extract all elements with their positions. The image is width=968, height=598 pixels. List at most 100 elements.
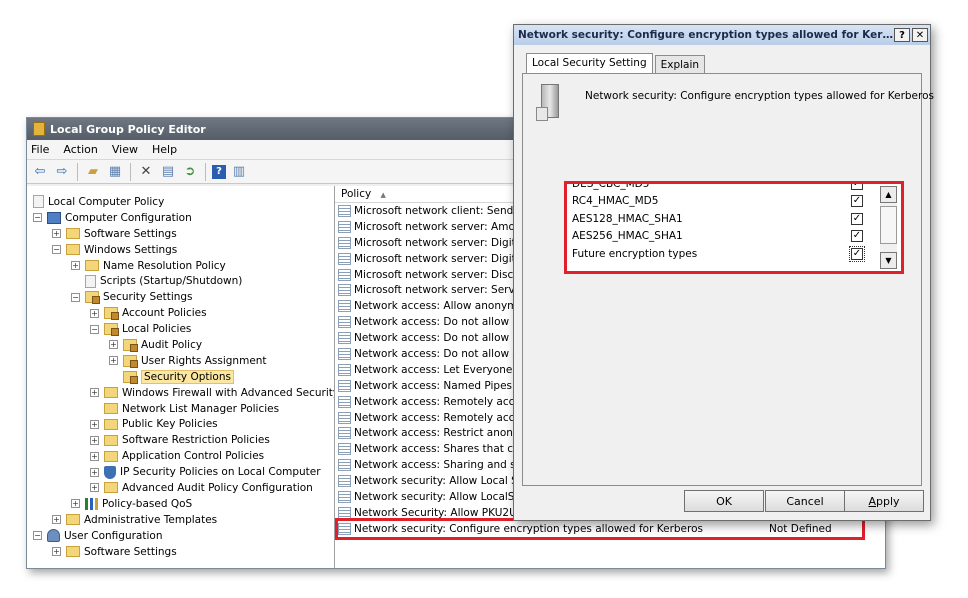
- tree-node[interactable]: Local Computer Policy: [27, 194, 334, 210]
- encryption-type-checkbox[interactable]: ✓: [851, 184, 863, 190]
- menu-view[interactable]: View: [112, 143, 138, 156]
- tree-node[interactable]: − Computer Configuration: [27, 210, 334, 226]
- tree-node[interactable]: − Security Settings: [27, 289, 334, 305]
- dialog-title-bar[interactable]: Network security: Configure encryption t…: [514, 25, 930, 45]
- collapse-icon[interactable]: −: [33, 213, 42, 223]
- up-folder-icon[interactable]: ▰: [84, 163, 102, 181]
- tree-node[interactable]: + User Rights Assignment: [27, 353, 334, 369]
- properties-icon[interactable]: ▤: [159, 163, 177, 181]
- expand-icon[interactable]: +: [90, 388, 99, 398]
- tree-node[interactable]: + Name Resolution Policy: [27, 258, 334, 274]
- encryption-type-row[interactable]: RC4_HMAC_MD5 ✓: [571, 193, 877, 210]
- expand-icon[interactable]: +: [71, 499, 80, 509]
- collapse-icon[interactable]: −: [33, 531, 42, 541]
- list-scrollbar[interactable]: ▲ ▼: [880, 186, 897, 269]
- tree-node[interactable]: + Audit Policy: [27, 337, 334, 353]
- tree-node[interactable]: + Software Settings: [27, 226, 334, 242]
- encryption-type-row[interactable]: DES_CBC_MD5✓: [571, 184, 877, 192]
- export-list-icon[interactable]: ➲: [181, 163, 199, 181]
- expand-icon[interactable]: +: [90, 467, 99, 477]
- encryption-type-row[interactable]: AES256_HMAC_SHA1 ✓: [571, 228, 877, 245]
- apply-button[interactable]: Apply: [844, 490, 924, 512]
- tree-node-label: Windows Settings: [84, 243, 178, 256]
- tree-node[interactable]: Security Options: [27, 369, 334, 385]
- tree-node[interactable]: + Software Settings: [27, 544, 334, 560]
- encryption-type-checkbox[interactable]: ✓: [849, 245, 865, 262]
- tree-node-label: Public Key Policies: [122, 418, 218, 431]
- delete-icon[interactable]: ✕: [137, 163, 155, 181]
- tree-node[interactable]: − Local Policies: [27, 321, 334, 337]
- tree-node-label: Audit Policy: [141, 338, 203, 351]
- tree-node[interactable]: + Policy-based QoS: [27, 496, 334, 512]
- tree-node[interactable]: Network List Manager Policies: [27, 401, 334, 417]
- tree-node-label: Application Control Policies: [122, 450, 265, 463]
- policy-setting-icon: [338, 395, 351, 408]
- console-icon[interactable]: ▥: [230, 163, 248, 181]
- policy-document-icon: [85, 274, 96, 288]
- policy-setting-icon: [338, 300, 351, 313]
- encryption-type-row[interactable]: AES128_HMAC_SHA1 ✓: [571, 210, 877, 227]
- expand-icon[interactable]: +: [90, 419, 99, 429]
- tab-page: Network security: Configure encryption t…: [522, 73, 934, 486]
- collapse-icon[interactable]: −: [71, 292, 80, 302]
- secure-folder-icon: [123, 338, 138, 352]
- policy-setting-icon: [338, 411, 351, 424]
- expand-icon[interactable]: +: [52, 229, 61, 239]
- tree-node[interactable]: + IP Security Policies on Local Computer: [27, 464, 334, 480]
- encryption-type-checkbox[interactable]: ✓: [851, 195, 863, 208]
- cancel-button[interactable]: Cancel: [765, 490, 845, 512]
- help-button[interactable]: ?: [894, 28, 910, 42]
- scroll-down-icon[interactable]: ▼: [880, 252, 897, 269]
- tree-node[interactable]: − Windows Settings: [27, 242, 334, 258]
- tree-node-label: Policy-based QoS: [102, 497, 193, 510]
- encryption-types-list[interactable]: DES_CBC_MD5✓RC4_HMAC_MD5✓AES128_HMAC_SHA…: [564, 181, 904, 274]
- expand-icon[interactable]: +: [71, 261, 80, 270]
- tree-node[interactable]: + Account Policies: [27, 305, 334, 321]
- tree-node-label: Local Computer Policy: [48, 195, 165, 208]
- collapse-icon[interactable]: −: [90, 324, 99, 334]
- policy-setting-icon: [338, 252, 351, 265]
- back-arrow-icon[interactable]: ⇦: [31, 163, 49, 181]
- tab-local-security-setting[interactable]: Local Security Setting: [526, 53, 653, 73]
- tree-node[interactable]: + Application Control Policies: [27, 448, 334, 464]
- expand-icon[interactable]: +: [90, 308, 99, 318]
- policy-tree[interactable]: Local Computer Policy − Computer Configura…: [27, 186, 335, 568]
- sort-ascending-icon: ▲: [380, 191, 386, 199]
- secure-folder-icon: [123, 370, 138, 384]
- expand-icon[interactable]: +: [109, 340, 118, 350]
- help-icon[interactable]: ?: [212, 164, 226, 179]
- tree-node[interactable]: + Software Restriction Policies: [27, 432, 334, 448]
- policy-setting-icon: [338, 347, 351, 360]
- scroll-thumb[interactable]: [880, 206, 897, 244]
- encryption-type-checkbox[interactable]: ✓: [851, 212, 863, 225]
- tree-node[interactable]: + Windows Firewall with Advanced Security: [27, 385, 334, 401]
- tree-node[interactable]: Scripts (Startup/Shutdown): [27, 273, 334, 289]
- policy-document-icon: [33, 195, 44, 209]
- tab-explain[interactable]: Explain: [654, 55, 706, 73]
- tree-node[interactable]: + Public Key Policies: [27, 416, 334, 432]
- expand-icon[interactable]: +: [52, 547, 61, 557]
- expand-icon[interactable]: +: [90, 451, 99, 461]
- tree-node[interactable]: + Administrative Templates: [27, 512, 334, 528]
- expand-icon[interactable]: +: [90, 435, 99, 445]
- tree-node[interactable]: + Advanced Audit Policy Configuration: [27, 480, 334, 496]
- show-hide-tree-icon[interactable]: ▦: [106, 163, 124, 181]
- tree-node[interactable]: − User Configuration: [27, 528, 334, 544]
- ok-button[interactable]: OK: [684, 490, 764, 512]
- tree-node-label: Network List Manager Policies: [122, 402, 280, 415]
- expand-icon[interactable]: +: [90, 483, 99, 493]
- tree-node-label: User Configuration: [64, 529, 163, 542]
- menu-file[interactable]: File: [31, 143, 49, 156]
- expand-icon[interactable]: +: [109, 356, 118, 366]
- ip-security-icon: [104, 465, 116, 479]
- forward-arrow-icon[interactable]: ⇨: [53, 163, 71, 181]
- encryption-type-row[interactable]: Future encryption types ✓: [571, 245, 877, 262]
- menu-action[interactable]: Action: [63, 143, 97, 156]
- collapse-icon[interactable]: −: [52, 245, 61, 255]
- encryption-type-checkbox[interactable]: ✓: [851, 230, 863, 243]
- scroll-up-icon[interactable]: ▲: [880, 186, 897, 203]
- folder-icon: [104, 387, 118, 399]
- close-button[interactable]: ✕: [912, 28, 928, 42]
- menu-help[interactable]: Help: [152, 143, 177, 156]
- expand-icon[interactable]: +: [52, 515, 61, 525]
